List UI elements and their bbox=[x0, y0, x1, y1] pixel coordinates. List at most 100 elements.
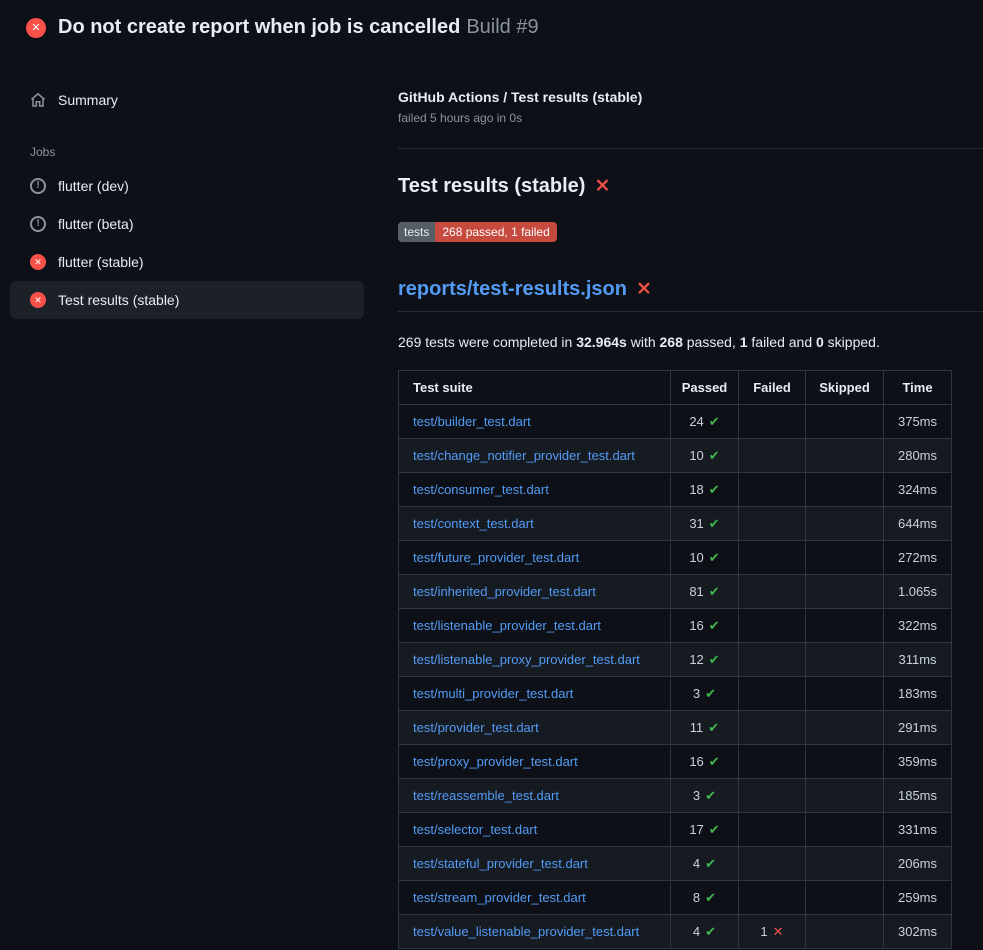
failed-cell bbox=[739, 779, 806, 813]
test-suite-link[interactable]: test/context_test.dart bbox=[413, 516, 534, 531]
passed-cell: 10✔ bbox=[671, 541, 739, 575]
test-suite-link[interactable]: test/future_provider_test.dart bbox=[413, 550, 579, 565]
sidebar-item-label: Summary bbox=[58, 92, 118, 108]
passed-cell: 18✔ bbox=[671, 473, 739, 507]
skipped-cell bbox=[806, 915, 884, 949]
table-row: test/selector_test.dart 17✔ 331ms bbox=[399, 813, 952, 847]
summary-segment: passed, bbox=[683, 334, 740, 350]
test-suite-link[interactable]: test/stream_provider_test.dart bbox=[413, 890, 586, 905]
failed-cell bbox=[739, 609, 806, 643]
test-suite-cell: test/future_provider_test.dart bbox=[399, 541, 671, 575]
report-title: reports/test-results.json ✕ bbox=[398, 278, 983, 312]
test-suite-cell: test/context_test.dart bbox=[399, 507, 671, 541]
sidebar-item-flutter-beta[interactable]: !flutter (beta) bbox=[10, 205, 364, 243]
passed-cell: 8✔ bbox=[671, 881, 739, 915]
badge-value: 268 passed, 1 failed bbox=[435, 222, 556, 242]
table-row: test/change_notifier_provider_test.dart1… bbox=[399, 439, 952, 473]
test-suite-cell: test/inherited_provider_test.dart bbox=[399, 575, 671, 609]
test-results-table: Test suitePassedFailedSkippedTime test/b… bbox=[398, 370, 952, 949]
failed-cell: 1✕ bbox=[739, 915, 806, 949]
test-suite-cell: test/stateful_provider_test.dart bbox=[399, 847, 671, 881]
check-icon: ✔ bbox=[705, 788, 716, 803]
test-suite-cell: test/stream_provider_test.dart bbox=[399, 881, 671, 915]
test-suite-cell: test/multi_provider_test.dart bbox=[399, 677, 671, 711]
test-suite-link[interactable]: test/change_notifier_provider_test.dart bbox=[413, 448, 635, 463]
check-icon: ✔ bbox=[709, 482, 720, 497]
test-suite-link[interactable]: test/proxy_provider_test.dart bbox=[413, 754, 578, 769]
time-cell: 359ms bbox=[884, 745, 952, 779]
test-suite-cell: test/provider_test.dart bbox=[399, 711, 671, 745]
column-header-passed: Passed bbox=[671, 371, 739, 405]
failed-cell bbox=[739, 405, 806, 439]
failed-cell bbox=[739, 507, 806, 541]
sidebar-item-summary[interactable]: Summary bbox=[10, 81, 364, 119]
table-row: test/stream_provider_test.dart8✔259ms bbox=[399, 881, 952, 915]
failed-cell bbox=[739, 575, 806, 609]
time-cell: 302ms bbox=[884, 915, 952, 949]
summary-segment: 32.964s bbox=[576, 334, 627, 350]
table-row: test/builder_test.dart 24✔ 375ms bbox=[399, 405, 952, 439]
time-cell: 1.065s bbox=[884, 575, 952, 609]
table-row: test/value_listenable_provider_test.dart… bbox=[399, 915, 952, 949]
cross-icon: ✕ bbox=[773, 924, 784, 939]
passed-cell: 12✔ bbox=[671, 643, 739, 677]
skipped-cell bbox=[806, 711, 884, 745]
summary-segment: 268 bbox=[660, 334, 683, 350]
table-row: test/future_provider_test.dart10✔272ms bbox=[399, 541, 952, 575]
time-cell: 322ms bbox=[884, 609, 952, 643]
failed-status-icon: ✕ bbox=[30, 292, 46, 308]
run-status-text: failed 5 hours ago in 0s bbox=[398, 111, 952, 125]
test-suite-link[interactable]: test/consumer_test.dart bbox=[413, 482, 549, 497]
test-suite-cell: test/selector_test.dart bbox=[399, 813, 671, 847]
failed-cell bbox=[739, 643, 806, 677]
sidebar: Summary Jobs !flutter (dev)!flutter (bet… bbox=[0, 53, 374, 319]
test-suite-cell: test/consumer_test.dart bbox=[399, 473, 671, 507]
sidebar-item-flutter-stable[interactable]: ✕flutter (stable) bbox=[10, 243, 364, 281]
skipped-cell bbox=[806, 813, 884, 847]
test-suite-link[interactable]: test/stateful_provider_test.dart bbox=[413, 856, 588, 871]
skipped-cell bbox=[806, 473, 884, 507]
skipped-cell bbox=[806, 609, 884, 643]
test-suite-link[interactable]: test/listenable_provider_test.dart bbox=[413, 618, 601, 633]
check-icon: ✔ bbox=[709, 618, 720, 633]
failed-x-icon: ✕ bbox=[636, 280, 652, 299]
summary-segment: 0 bbox=[816, 334, 824, 350]
failed-cell bbox=[739, 881, 806, 915]
summary-segment: failed and bbox=[748, 334, 817, 350]
test-suite-link[interactable]: test/provider_test.dart bbox=[413, 720, 539, 735]
test-suite-link[interactable]: test/reassemble_test.dart bbox=[413, 788, 559, 803]
test-suite-cell: test/listenable_proxy_provider_test.dart bbox=[399, 643, 671, 677]
test-suite-link[interactable]: test/value_listenable_provider_test.dart bbox=[413, 924, 639, 939]
skipped-cell bbox=[806, 643, 884, 677]
time-cell: 375ms bbox=[884, 405, 952, 439]
check-icon: ✔ bbox=[709, 550, 720, 565]
test-suite-link[interactable]: test/selector_test.dart bbox=[413, 822, 537, 837]
failed-status-icon: ✕ bbox=[26, 18, 46, 38]
test-suite-link[interactable]: test/builder_test.dart bbox=[413, 414, 531, 429]
table-row: test/multi_provider_test.dart3✔183ms bbox=[399, 677, 952, 711]
skipped-cell bbox=[806, 507, 884, 541]
time-cell: 331ms bbox=[884, 813, 952, 847]
passed-cell: 24✔ bbox=[671, 405, 739, 439]
report-file-link[interactable]: reports/test-results.json bbox=[398, 278, 627, 301]
sidebar-item-flutter-dev[interactable]: !flutter (dev) bbox=[10, 167, 364, 205]
build-number: Build #9 bbox=[466, 16, 538, 38]
test-suite-cell: test/value_listenable_provider_test.dart bbox=[399, 915, 671, 949]
neutral-status-icon: ! bbox=[30, 216, 46, 232]
check-icon: ✔ bbox=[708, 720, 719, 735]
sidebar-item-label: flutter (dev) bbox=[58, 178, 129, 194]
failed-cell bbox=[739, 847, 806, 881]
check-icon: ✔ bbox=[709, 414, 720, 429]
time-cell: 644ms bbox=[884, 507, 952, 541]
table-header-row: Test suitePassedFailedSkippedTime bbox=[399, 371, 952, 405]
sidebar-item-test-results-stable[interactable]: ✕Test results (stable) bbox=[10, 281, 364, 319]
jobs-section-label: Jobs bbox=[30, 145, 364, 159]
test-suite-link[interactable]: test/multi_provider_test.dart bbox=[413, 686, 573, 701]
passed-cell: 81✔ bbox=[671, 575, 739, 609]
test-suite-link[interactable]: test/inherited_provider_test.dart bbox=[413, 584, 596, 599]
passed-cell: 4✔ bbox=[671, 915, 739, 949]
test-suite-link[interactable]: test/listenable_proxy_provider_test.dart bbox=[413, 652, 640, 667]
sidebar-item-label: flutter (stable) bbox=[58, 254, 144, 270]
time-cell: 183ms bbox=[884, 677, 952, 711]
passed-cell: 17✔ bbox=[671, 813, 739, 847]
